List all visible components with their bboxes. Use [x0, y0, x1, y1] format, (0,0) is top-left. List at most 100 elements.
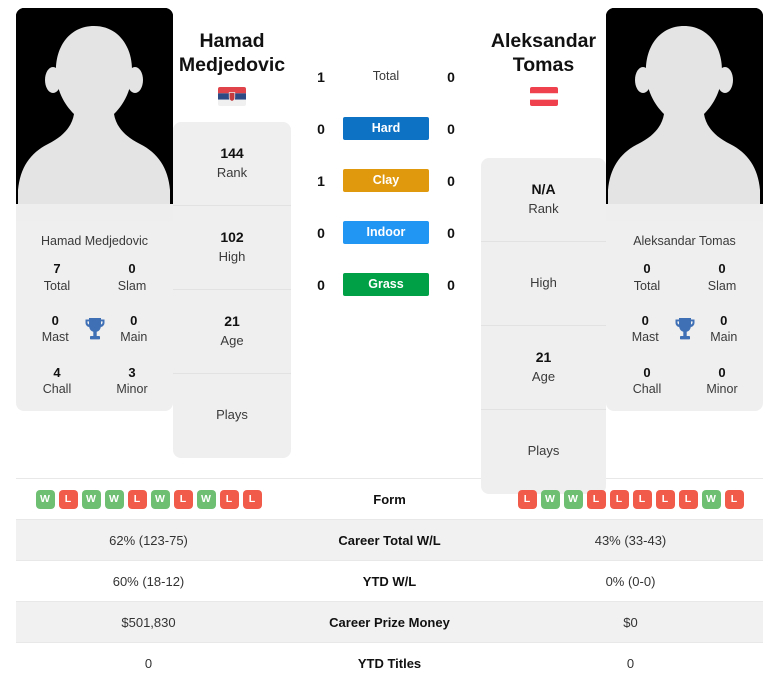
rank-label-right: Rank [528, 201, 559, 217]
form-badge-l: L [173, 489, 193, 509]
form-badge-l: L [58, 489, 78, 509]
titles-total-right: 0 Total [620, 260, 674, 294]
h2h-right-score-hard: 0 [447, 120, 455, 137]
high-cell-left: 102 High [173, 206, 291, 290]
form-badge-w: W [35, 489, 55, 509]
titles-slam-value-left: 0 [128, 261, 136, 276]
titles-chall-right: 0 Chall [620, 364, 674, 398]
row-label-ytd-titles: YTD Titles [281, 642, 498, 684]
age-label-left: Age [220, 333, 244, 349]
player-info-column-left: Hamad Medjedovic 144 Rank 102 High 21 Ag… [173, 8, 291, 458]
form-badge-l: L [242, 489, 262, 509]
h2h-left-score-hard: 0 [317, 120, 325, 137]
player-name-right-line2: Tomas [512, 53, 575, 76]
titles-main-left: 0 Main [109, 312, 159, 346]
rank-cell-left: 144 Rank [173, 122, 291, 206]
titles-total-label-left: Total [43, 278, 71, 293]
titles-mast-label-right: Mast [631, 330, 659, 345]
titles-mast-left: 0 Mast [30, 312, 80, 346]
head-to-head-column: 1 Total 0 0 Hard 0 1 Clay 0 0 Indoor 0 0… [291, 8, 481, 296]
titles-chall-left: 4 Chall [30, 364, 84, 398]
high-label-right: High [530, 274, 557, 290]
rank-value-right: N/A [531, 181, 556, 198]
player-stats-stack-left: 144 Rank 102 High 21 Age Plays [173, 121, 291, 458]
titles-row-mast-main-left: 0 Mast 0 Main [22, 312, 167, 346]
titles-slam-label-right: Slam [707, 278, 737, 293]
h2h-row-grass: 0 Grass 0 [291, 273, 481, 296]
titles-minor-label-left: Minor [116, 382, 148, 397]
table-row-career-prize-money: $501,830 Career Prize Money $0 [16, 601, 763, 643]
h2h-row-total: 1 Total 0 [291, 65, 481, 88]
high-label-left: High [218, 249, 246, 265]
career-wl-right: 43% (33-43) [498, 519, 763, 561]
rank-cell-right: N/A Rank [481, 158, 606, 242]
row-label-career-total-wl: Career Total W/L [281, 519, 498, 561]
h2h-left-score-indoor: 0 [317, 224, 325, 241]
person-silhouette-icon [16, 8, 173, 221]
h2h-surface-total: Total [372, 69, 400, 83]
rank-value-left: 144 [220, 145, 244, 162]
form-badge-l: L [655, 489, 675, 509]
player-photo-name-right: Aleksandar Tomas [633, 234, 736, 248]
form-badge-l: L [127, 489, 147, 509]
trophy-icon [80, 312, 108, 342]
form-badge-l: L [586, 489, 606, 509]
h2h-left-score-clay: 1 [317, 172, 325, 189]
form-badge-w: W [701, 489, 721, 509]
form-badge-l: L [632, 489, 652, 509]
titles-minor-left: 3 Minor [105, 364, 159, 398]
form-badge-w: W [563, 489, 583, 509]
h2h-row-hard: 0 Hard 0 [291, 117, 481, 140]
player-name-left-line2: Medjedovic [178, 53, 286, 76]
titles-grid-right: 0 Total 0 Slam 0 Mast 0 Main 0 Chall 0 M… [606, 260, 763, 411]
titles-minor-label-right: Minor [706, 382, 738, 397]
titles-total-label-right: Total [633, 278, 661, 293]
titles-minor-value-right: 0 [718, 364, 726, 380]
career-prize-right: $0 [498, 601, 763, 643]
form-badge-w: W [104, 489, 124, 509]
form-cell-left: WLWWLWLWLL [16, 478, 281, 520]
form-badge-w: W [81, 489, 101, 509]
titles-slam-label-left: Slam [117, 278, 147, 293]
age-value-left: 21 [224, 313, 240, 330]
player-card-right: Aleksandar Tomas 0 Total 0 Slam 0 Mast 0… [606, 8, 763, 412]
h2h-left-score-grass: 0 [317, 276, 325, 293]
titles-chall-value-left: 4 [53, 364, 61, 380]
titles-mast-value-right: 0 [641, 312, 649, 328]
plays-cell-left: Plays [173, 374, 291, 458]
titles-main-label-right: Main [710, 330, 738, 345]
table-row-career-total-wl: 62% (123-75) Career Total W/L 43% (33-43… [16, 519, 763, 561]
career-wl-left: 62% (123-75) [16, 519, 281, 561]
form-badge-l: L [517, 489, 537, 509]
ytd-titles-left: 0 [16, 642, 281, 684]
player-name-left: Hamad Medjedovic [179, 8, 285, 78]
row-label-career-prize-money: Career Prize Money [281, 601, 498, 643]
titles-chall-value-right: 0 [643, 364, 651, 380]
player-photo-name-left: Hamad Medjedovic [41, 234, 148, 248]
titles-minor-value-left: 3 [128, 364, 136, 380]
h2h-right-score-clay: 0 [447, 172, 455, 189]
h2h-right-score-total: 0 [447, 68, 455, 85]
player-name-right: Aleksandar Tomas [491, 8, 596, 78]
age-label-right: Age [531, 369, 556, 385]
player-photo-left [16, 8, 173, 221]
titles-slam-value-right: 0 [718, 261, 726, 276]
h2h-surface-clay: Clay [343, 169, 429, 192]
form-badge-w: W [196, 489, 216, 509]
form-badges-left: WLWWLWLWLL [16, 489, 281, 509]
player-name-left-line1: Hamad [199, 30, 265, 52]
form-badge-w: W [150, 489, 170, 509]
serbia-flag-icon [218, 86, 246, 106]
form-badge-l: L [678, 489, 698, 509]
player-comparison-panel: Hamad Medjedovic 7 Total 0 Slam 0 Mast 0… [0, 0, 779, 494]
h2h-left-score-total: 1 [317, 68, 325, 85]
ytd-wl-left: 60% (18-12) [16, 560, 281, 602]
trophy-icon-glyph [85, 317, 104, 340]
titles-grid-left: 7 Total 0 Slam 0 Mast 0 Main 4 Chall 3 M… [16, 260, 173, 411]
form-badge-l: L [609, 489, 629, 509]
high-cell-right: High [481, 242, 606, 326]
row-label-form: Form [281, 478, 498, 520]
titles-chall-label-left: Chall [42, 382, 72, 397]
h2h-row-indoor: 0 Indoor 0 [291, 221, 481, 244]
h2h-surface-grass: Grass [343, 273, 429, 296]
